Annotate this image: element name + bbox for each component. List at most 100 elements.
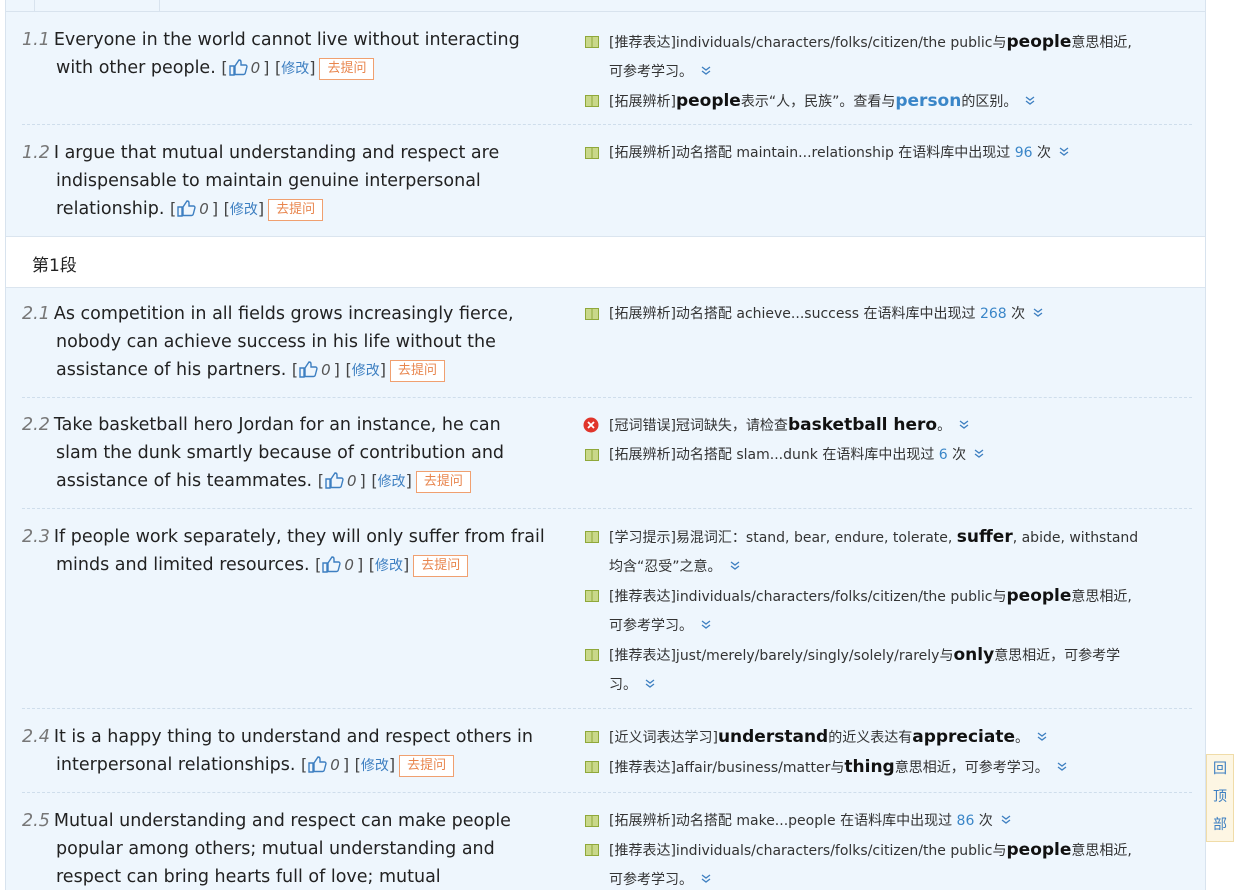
chevron-double-down-icon[interactable] <box>1037 732 1047 742</box>
row-divider <box>22 124 1192 125</box>
chevron-double-down-icon[interactable] <box>701 66 711 76</box>
feedback-item[interactable]: [推荐表达]individuals/characters/folks/citiz… <box>585 836 1185 890</box>
corpus-count[interactable]: 268 <box>980 306 1007 322</box>
corpus-count[interactable]: 96 <box>1015 145 1033 161</box>
top-tab[interactable] <box>34 0 160 11</box>
chevron-double-down-icon[interactable] <box>1025 96 1035 106</box>
edit-link[interactable]: 修改 <box>230 202 258 218</box>
thumbs-up-icon[interactable] <box>324 470 344 490</box>
sentence-text[interactable]: 2.3 If people work separately, they will … <box>22 523 557 580</box>
chevron-double-down-icon[interactable] <box>1033 308 1043 318</box>
feedback-item[interactable]: [拓展辨析]动名搭配 achieve...success 在语料库中出现过 26… <box>585 300 1185 329</box>
feedback-item[interactable]: [推荐表达]individuals/characters/folks/citiz… <box>585 582 1185 641</box>
corpus-count[interactable]: 6 <box>939 447 948 463</box>
book-icon <box>585 815 599 827</box>
feedback-list: [学习提示]易混词汇：stand, bear, endure, tolerate… <box>585 523 1185 700</box>
chevron-double-down-icon[interactable] <box>701 874 711 884</box>
feedback-item[interactable]: [推荐表达]just/merely/barely/singly/solely/r… <box>585 641 1185 700</box>
sentence-text[interactable]: 1.1 Everyone in the world cannot live wit… <box>22 26 557 83</box>
sentence-text[interactable]: 1.2 I argue that mutual understanding and… <box>22 139 557 224</box>
row-divider <box>22 708 1192 709</box>
feedback-item[interactable]: [近义词表达学习]understand的近义表达有appreciate。 <box>585 723 1185 753</box>
sentence-number: 2.3 <box>22 527 50 547</box>
book-icon <box>585 761 599 773</box>
sentence-text[interactable]: 2.4 It is a happy thing to understand and… <box>22 723 557 780</box>
essay-panel: 1.1 Everyone in the world cannot live wit… <box>5 0 1206 890</box>
ask-button[interactable]: 去提问 <box>268 199 324 221</box>
feedback-item[interactable]: [推荐表达]affair/business/matter与thing意思相近，可… <box>585 753 1185 783</box>
feedback-item[interactable]: [学习提示]易混词汇：stand, bear, endure, tolerate… <box>585 523 1185 582</box>
chevron-double-down-icon[interactable] <box>1057 762 1067 772</box>
like-count: 0 <box>344 556 354 574</box>
thumbs-up-icon[interactable] <box>176 198 196 218</box>
edit-link[interactable]: 修改 <box>375 558 403 574</box>
row-divider <box>22 397 1192 398</box>
back-to-top-button[interactable]: 回 顶 部 <box>1206 754 1234 842</box>
thumbs-up-icon[interactable] <box>321 554 342 574</box>
thumbs-up-icon[interactable] <box>298 359 318 379</box>
sentence-number: 2.1 <box>22 304 50 324</box>
ask-button[interactable]: 去提问 <box>319 58 375 80</box>
paragraph-label: 第1段 <box>32 256 77 276</box>
book-icon <box>585 36 599 48</box>
ask-button[interactable]: 去提问 <box>413 555 469 577</box>
chevron-double-down-icon[interactable] <box>974 449 984 459</box>
book-icon <box>585 844 599 856</box>
feedback-item[interactable]: [推荐表达]individuals/characters/folks/citiz… <box>585 28 1185 87</box>
feedback-item[interactable]: [拓展辨析]动名搭配 slam...dunk 在语料库中出现过 6 次 <box>585 441 1185 470</box>
sentence-text[interactable]: 2.2 Take basketball hero Jordan for an in… <box>22 411 557 496</box>
book-icon <box>585 147 599 159</box>
book-icon <box>585 95 599 107</box>
sentence-text[interactable]: 2.5 Mutual understanding and respect can … <box>22 807 557 890</box>
ask-button[interactable]: 去提问 <box>389 360 445 382</box>
corpus-count[interactable]: 86 <box>957 813 975 829</box>
edit-link[interactable]: 修改 <box>378 474 406 490</box>
top-divider <box>6 11 1205 12</box>
book-icon <box>585 531 599 543</box>
feedback-list: [推荐表达]individuals/characters/folks/citiz… <box>585 28 1185 117</box>
feedback-item[interactable]: [拓展辨析]动名搭配 make...people 在语料库中出现过 86 次 <box>585 807 1185 836</box>
ask-button[interactable]: 去提问 <box>399 755 455 777</box>
book-icon <box>585 649 599 661</box>
sentence-number: 1.1 <box>22 30 50 50</box>
like-count: 0 <box>321 361 331 379</box>
feedback-list: [冠词错误]冠词缺失，请检查basketball hero。 [拓展辨析]动名搭… <box>583 411 1185 470</box>
chevron-double-down-icon[interactable] <box>701 620 711 630</box>
sentence-number: 2.2 <box>22 415 50 435</box>
like-count: 0 <box>346 472 357 490</box>
compare-link[interactable]: person <box>895 91 961 111</box>
edit-link[interactable]: 修改 <box>361 758 389 774</box>
sentence-text[interactable]: 2.1 As competition in all fields grows in… <box>22 300 557 385</box>
feedback-list: [拓展辨析]动名搭配 make...people 在语料库中出现过 86 次 [… <box>585 807 1185 890</box>
chevron-double-down-icon[interactable] <box>645 679 655 689</box>
book-icon <box>585 590 599 602</box>
row-divider <box>22 508 1192 509</box>
like-count: 0 <box>250 59 261 77</box>
ask-button[interactable]: 去提问 <box>415 471 471 493</box>
book-icon <box>585 308 599 320</box>
feedback-list: [拓展辨析]动名搭配 maintain...relationship 在语料库中… <box>585 139 1185 168</box>
book-icon <box>585 449 599 461</box>
like-count: 0 <box>199 200 209 218</box>
sentence-number: 2.5 <box>22 811 50 831</box>
book-icon <box>585 731 599 743</box>
sentence-number: 2.4 <box>22 727 50 747</box>
sentence-number: 1.2 <box>22 143 50 163</box>
thumbs-up-icon[interactable] <box>228 57 248 77</box>
feedback-list: [拓展辨析]动名搭配 achieve...success 在语料库中出现过 26… <box>585 300 1185 329</box>
like-count: 0 <box>330 756 340 774</box>
paragraph-header: 第1段 <box>6 236 1205 288</box>
feedback-item-error[interactable]: [冠词错误]冠词缺失，请检查basketball hero。 <box>583 411 1185 441</box>
edit-link[interactable]: 修改 <box>352 363 380 379</box>
thumbs-up-icon[interactable] <box>307 754 327 774</box>
chevron-double-down-icon[interactable] <box>959 420 969 430</box>
edit-link[interactable]: 修改 <box>281 61 309 77</box>
feedback-item[interactable]: [拓展辨析]动名搭配 maintain...relationship 在语料库中… <box>585 139 1185 168</box>
chevron-double-down-icon[interactable] <box>1001 815 1011 825</box>
chevron-double-down-icon[interactable] <box>1059 147 1069 157</box>
feedback-item[interactable]: [拓展辨析]people表示“人，民族”。查看与person的区别。 <box>585 87 1185 117</box>
error-icon <box>583 417 599 433</box>
row-divider <box>22 792 1192 793</box>
feedback-list: [近义词表达学习]understand的近义表达有appreciate。 [推荐… <box>585 723 1185 783</box>
chevron-double-down-icon[interactable] <box>730 561 740 571</box>
